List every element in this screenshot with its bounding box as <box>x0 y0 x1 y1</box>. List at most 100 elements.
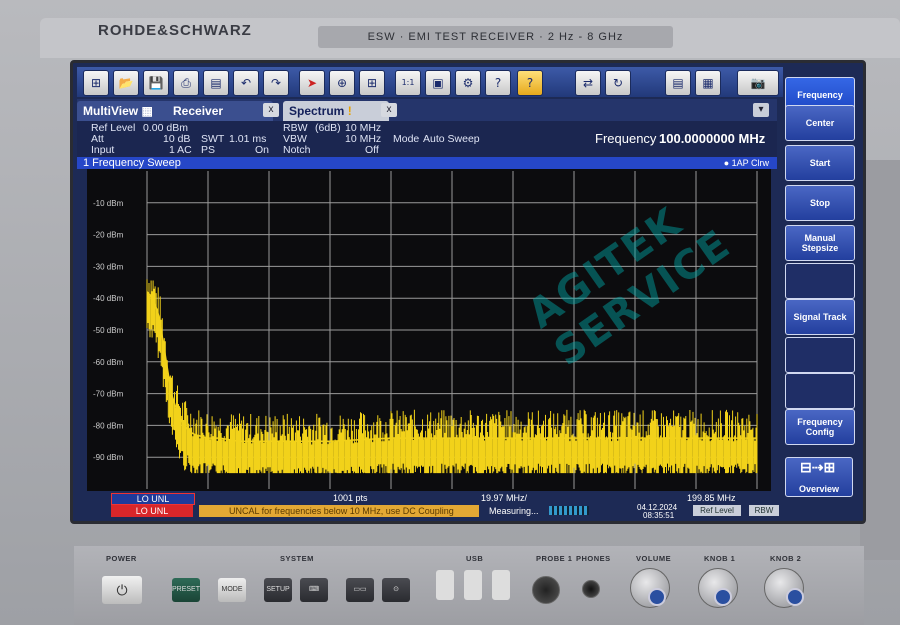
y-tick-label: -70 dBm <box>93 390 124 399</box>
softkey-empty[interactable] <box>785 337 855 373</box>
brand-logo: ROHDE&SCHWARZ <box>98 22 252 39</box>
softkey-manual-stepsize[interactable]: Manual Stepsize <box>785 225 855 261</box>
refresh-icon[interactable]: ↻ <box>605 70 631 96</box>
camera-icon[interactable]: 📷 <box>737 70 779 96</box>
sweep-title-bar: 1 Frequency Sweep ● 1AP Clrw <box>77 157 777 169</box>
ps-label: PS <box>201 144 216 156</box>
volume-knob-cap <box>648 588 666 606</box>
softkey-empty[interactable] <box>785 373 855 409</box>
y-tick-label: -60 dBm <box>93 358 124 367</box>
select-icon[interactable]: ➤ <box>299 70 325 96</box>
stop-label: 199.85 MHz <box>687 493 736 503</box>
print-icon[interactable]: ⎙ <box>173 70 199 96</box>
save-icon[interactable]: 💾 <box>143 70 169 96</box>
model-plate: ESW · EMI TEST RECEIVER · 2 Hz - 8 GHz <box>318 26 673 48</box>
softkey-empty[interactable] <box>785 263 855 299</box>
preset-button[interactable]: PRESET <box>172 578 200 602</box>
grid-icon: ▦ <box>141 104 153 118</box>
y-tick-label: -90 dBm <box>93 453 124 462</box>
span-label: 19.97 MHz/ <box>481 493 528 503</box>
mode-button[interactable]: MODE <box>218 578 246 602</box>
toolbar: ⊞ 📂 💾 ⎙ ▤ ↶ ↷ ➤ ⊕ ⊞ 1:1 ▣ ⚙ ? ? ⇄ ↻ ▤ ▦ … <box>77 67 783 97</box>
usb-port <box>464 570 482 600</box>
tab-bar: MultiView ▦ Receiver x Spectrum ! x ▾ <box>77 99 777 121</box>
rbw-button[interactable]: RBW <box>749 505 779 516</box>
screenshot-icon[interactable]: ▣ <box>425 70 451 96</box>
setup-icon[interactable]: ⚙ <box>455 70 481 96</box>
clipboard-icon[interactable]: ▤ <box>203 70 229 96</box>
right-panel <box>860 160 900 560</box>
warning-badge: ! <box>347 104 352 118</box>
softkey-overview[interactable]: ⊟⇢⊞ Overview <box>785 457 853 497</box>
rbw-mode: (6dB) <box>315 122 341 134</box>
front-panel: POWER ⏻ SYSTEM PRESET MODE SETUP ⌨ ▭▭ ⊙ … <box>74 546 864 625</box>
keyboard-button[interactable]: ⌨ <box>300 578 328 602</box>
settings-panel: Ref Level 0.00 dBm Att 10 dB SWT 1.01 ms… <box>77 121 777 157</box>
overview-label: Overview <box>798 484 840 494</box>
usb-label: USB <box>466 554 484 563</box>
frequency-label: Frequency <box>595 131 657 146</box>
time-label: 08:35:51 <box>643 511 675 520</box>
zoom-button[interactable]: ⊙ <box>382 578 410 602</box>
screen: ⊞ 📂 💾 ⎙ ▤ ↶ ↷ ➤ ⊕ ⊞ 1:1 ▣ ⚙ ? ? ⇄ ↻ ▤ ▦ … <box>70 60 866 524</box>
help-icon[interactable]: ? <box>517 70 543 96</box>
input-value: 1 AC <box>169 144 192 156</box>
power-button[interactable]: ⏻ <box>102 576 142 604</box>
tab-dropdown[interactable]: ▾ <box>753 103 769 117</box>
y-tick-label: -20 dBm <box>93 231 124 240</box>
zoom-icon[interactable]: ⊕ <box>329 70 355 96</box>
tab-spectrum[interactable]: Spectrum ! <box>283 101 389 121</box>
probe-label: PROBE 1 <box>536 554 573 563</box>
system-label: SYSTEM <box>280 554 314 563</box>
close-icon[interactable]: x <box>381 103 397 117</box>
y-tick-label: -10 dBm <box>93 199 124 208</box>
points-label: 1001 pts <box>333 493 368 503</box>
phones-jack <box>582 580 600 598</box>
progress-bar <box>549 506 589 515</box>
help-pointer-icon[interactable]: ? <box>485 70 511 96</box>
close-icon[interactable]: x <box>263 103 279 117</box>
transducer-icon[interactable]: ⇄ <box>575 70 601 96</box>
measuring-label: Measuring... <box>489 506 539 516</box>
tab-multiview[interactable]: MultiView ▦ <box>77 101 173 121</box>
record-icon[interactable]: ▦ <box>695 70 721 96</box>
mode-value: Auto Sweep <box>423 133 480 145</box>
status-row: LO UNL 1001 pts 19.97 MHz/ 199.85 MHz LO… <box>77 493 781 520</box>
mode-label: Mode <box>393 133 420 145</box>
undo-icon[interactable]: ↶ <box>233 70 259 96</box>
knob-1-cap <box>714 588 732 606</box>
softkey-frequency-config[interactable]: Frequency Config <box>785 409 855 445</box>
knob1-label: KNOB 1 <box>704 554 736 563</box>
ref-level-button[interactable]: Ref Level <box>693 505 741 516</box>
y-tick-label: -40 dBm <box>93 294 124 303</box>
lo-unl-indicator: LO UNL <box>111 493 195 505</box>
ps-value: On <box>255 144 270 156</box>
sweep-title: 1 Frequency Sweep <box>83 157 181 169</box>
softkey-signal-track[interactable]: Signal Track <box>785 299 855 335</box>
probe-connector <box>532 576 560 604</box>
open-icon[interactable]: 📂 <box>113 70 139 96</box>
y-tick-label: -30 dBm <box>93 262 124 271</box>
knob2-label: KNOB 2 <box>770 554 802 563</box>
overview-icon: ⊟⇢⊞ <box>800 459 836 475</box>
tab-receiver[interactable]: Receiver <box>167 101 273 121</box>
knob-2-cap <box>786 588 804 606</box>
volume-label: VOLUME <box>636 554 672 563</box>
usb-port <box>492 570 510 600</box>
power-label: POWER <box>106 554 137 563</box>
redo-icon[interactable]: ↷ <box>263 70 289 96</box>
notch-value: Off <box>365 144 379 156</box>
zoom-1to1-icon[interactable]: 1:1 <box>395 70 421 96</box>
sequencer-icon[interactable]: ▤ <box>665 70 691 96</box>
setup-button[interactable]: SETUP <box>264 578 292 602</box>
status-message: UNCAL for frequencies below 10 MHz, use … <box>199 505 479 517</box>
multi-zoom-icon[interactable]: ⊞ <box>359 70 385 96</box>
notch-label: Notch <box>283 144 311 156</box>
windows-icon[interactable]: ⊞ <box>83 70 109 96</box>
y-tick-label: -50 dBm <box>93 326 124 335</box>
usb-port <box>436 570 454 600</box>
y-tick-label: -80 dBm <box>93 421 124 430</box>
phones-label: PHONES <box>576 554 611 563</box>
display-button[interactable]: ▭▭ <box>346 578 374 602</box>
lo-unl-button[interactable]: LO UNL <box>111 505 193 517</box>
